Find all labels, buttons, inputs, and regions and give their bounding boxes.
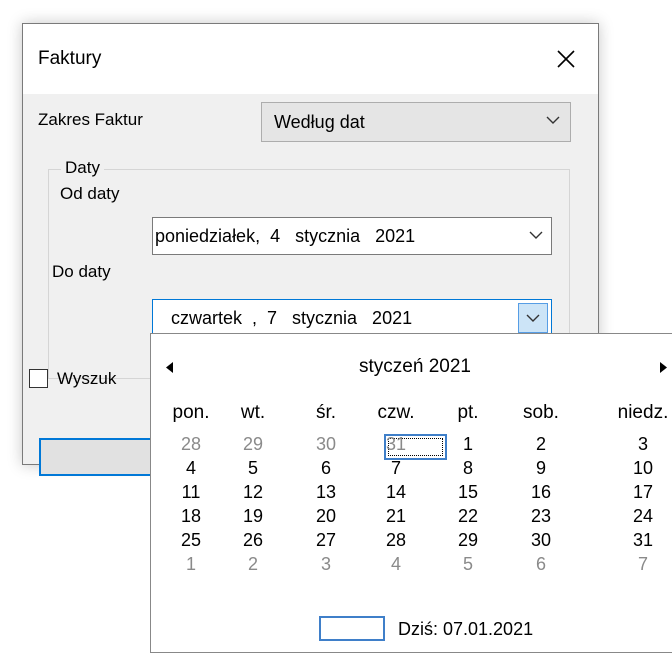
to-date-picker[interactable]: czwartek , 7 stycznia 2021 <box>152 299 552 337</box>
calendar-day[interactable]: 20 <box>291 506 361 527</box>
window-title: Faktury <box>38 48 102 69</box>
calendar-day[interactable]: 3 <box>291 554 361 575</box>
calendar-day[interactable]: 30 <box>291 434 361 455</box>
calendar-day[interactable]: 28 <box>361 530 431 551</box>
today-swatch <box>319 616 385 641</box>
calendar-day[interactable]: 4 <box>361 554 431 575</box>
calendar-day[interactable]: 7 <box>361 458 431 479</box>
calendar-day[interactable]: 27 <box>291 530 361 551</box>
today-link[interactable]: Dziś: 07.01.2021 <box>398 619 533 640</box>
calendar-day[interactable]: 29 <box>218 434 288 455</box>
weekday-header: śr. <box>315 402 337 423</box>
calendar-popup: styczeń 2021 Dziś: 07.01.2021 pon. wt. śr.… <box>150 333 672 653</box>
calendar-day[interactable]: 15 <box>433 482 503 503</box>
calendar-day[interactable]: 6 <box>291 458 361 479</box>
chevron-down-icon <box>546 116 560 124</box>
calendar-day[interactable]: 2 <box>218 554 288 575</box>
from-date-picker[interactable]: poniedziałek, 4 stycznia 2021 <box>152 217 552 255</box>
month-title[interactable]: styczeń 2021 <box>151 356 672 378</box>
calendar-day[interactable]: 22 <box>433 506 503 527</box>
calendar-day[interactable]: 17 <box>608 482 672 503</box>
weekday-header: czw. <box>377 402 415 423</box>
calendar-day[interactable]: 16 <box>506 482 576 503</box>
calendar-day[interactable]: 24 <box>608 506 672 527</box>
calendar-day[interactable]: 5 <box>218 458 288 479</box>
calendar-day[interactable]: 25 <box>156 530 226 551</box>
calendar-day[interactable]: 30 <box>506 530 576 551</box>
calendar-day[interactable]: 3 <box>608 434 672 455</box>
range-dropdown-value: Według dat <box>274 112 365 132</box>
calendar-day[interactable]: 26 <box>218 530 288 551</box>
calendar-day[interactable]: 11 <box>156 482 226 503</box>
calendar-day[interactable]: 2 <box>506 434 576 455</box>
weekday-header: sob. <box>523 402 559 423</box>
calendar-day[interactable]: 13 <box>291 482 361 503</box>
calendar-day[interactable]: 10 <box>608 458 672 479</box>
calendar-day[interactable]: 31 <box>608 530 672 551</box>
weekday-header: pon. <box>172 402 210 423</box>
weekday-header: niedz. <box>617 402 669 423</box>
calendar-day[interactable]: 14 <box>361 482 431 503</box>
to-date-value: czwartek , 7 stycznia 2021 <box>171 308 413 328</box>
to-date-dropdown-button[interactable] <box>518 303 548 333</box>
from-date-value: poniedziałek, 4 stycznia 2021 <box>155 226 416 246</box>
calendar-day[interactable]: 21 <box>361 506 431 527</box>
calendar-day[interactable]: 18 <box>156 506 226 527</box>
range-label: Zakres Faktur <box>38 110 143 129</box>
title-bar: Faktury <box>23 24 598 94</box>
calendar-day[interactable]: 4 <box>156 458 226 479</box>
search-checkbox-label: Wyszuk <box>57 369 117 388</box>
calendar-day[interactable]: 7 <box>608 554 672 575</box>
calendar-day[interactable]: 31 <box>361 434 431 455</box>
calendar-day[interactable]: 1 <box>156 554 226 575</box>
calendar-day[interactable]: 28 <box>156 434 226 455</box>
close-icon <box>557 50 575 68</box>
weekday-header: pt. <box>457 402 479 423</box>
range-dropdown[interactable]: Według dat <box>261 102 571 142</box>
calendar-day[interactable]: 29 <box>433 530 503 551</box>
dates-group-caption: Daty <box>61 158 104 178</box>
chevron-down-icon <box>526 314 540 322</box>
weekday-header: wt. <box>240 402 266 423</box>
chevron-down-icon <box>529 231 543 239</box>
close-button[interactable] <box>534 24 598 94</box>
to-date-label: Do daty <box>52 262 111 281</box>
calendar-day[interactable]: 23 <box>506 506 576 527</box>
calendar-day[interactable]: 19 <box>218 506 288 527</box>
search-checkbox[interactable] <box>29 369 48 388</box>
calendar-day[interactable]: 12 <box>218 482 288 503</box>
calendar-day[interactable]: 1 <box>433 434 503 455</box>
from-date-label: Od daty <box>60 184 120 203</box>
calendar-day[interactable]: 9 <box>506 458 576 479</box>
calendar-day[interactable]: 6 <box>506 554 576 575</box>
calendar-day[interactable]: 5 <box>433 554 503 575</box>
next-month-button[interactable] <box>659 362 667 373</box>
calendar-day[interactable]: 8 <box>433 458 503 479</box>
